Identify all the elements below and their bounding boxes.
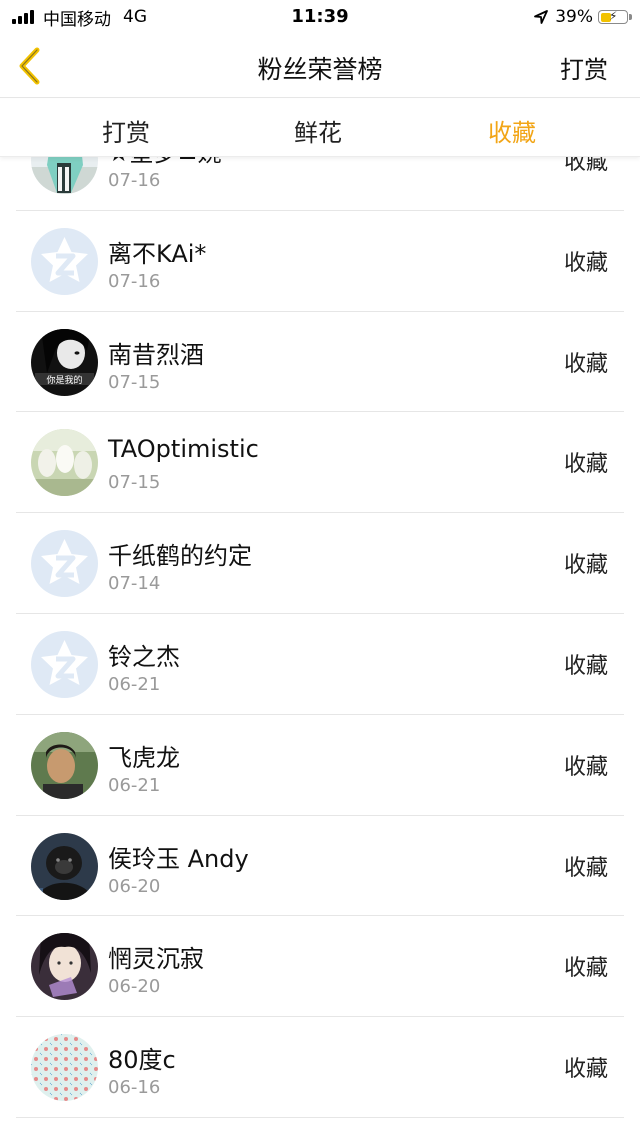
list-item[interactable]: 离不KAi* 07-16 收藏 (16, 211, 624, 312)
list-item[interactable]: 飞虎龙 06-21 收藏 (16, 715, 624, 816)
list-item[interactable]: 惘灵沉寂 06-20 收藏 (16, 916, 624, 1018)
tab-bar: 打赏 鲜花 收藏 (0, 99, 640, 157)
tab-reward[interactable]: 打赏 (102, 113, 150, 148)
status-right: 39% ⚡ (533, 6, 632, 28)
user-name: 侯玲玉 Andy (108, 844, 249, 873)
page-title: 粉丝荣誉榜 (257, 55, 383, 84)
user-name: 离不KAi* (108, 239, 207, 268)
list-item[interactable]: ★星梦≌婉 07-16 收藏 (16, 157, 624, 211)
nav-bar: 粉丝荣誉榜 打赏 (0, 34, 640, 98)
avatar[interactable] (31, 630, 98, 698)
avatar[interactable]: 你是我的 (31, 328, 98, 396)
avatar[interactable] (31, 530, 98, 598)
item-type-label: 收藏 (563, 855, 608, 881)
list-item[interactable]: 千纸鹤的约定 07-14 收藏 (16, 513, 624, 614)
list-item[interactable]: 侯玲玉 Andy 06-20 收藏 (16, 816, 624, 917)
item-type-label: 收藏 (563, 956, 608, 982)
avatar[interactable] (31, 157, 98, 194)
item-type-label: 收藏 (563, 1057, 608, 1083)
item-date: 06-21 (108, 673, 161, 695)
tab-favorites[interactable]: 收藏 (488, 113, 536, 148)
battery-icon: ⚡ (598, 9, 632, 24)
avatar[interactable] (31, 731, 98, 799)
item-date: 06-20 (108, 976, 161, 998)
reward-button[interactable]: 打赏 (560, 50, 608, 85)
avatar[interactable] (31, 1034, 98, 1102)
user-name: 铃之杰 (108, 642, 180, 671)
list-item[interactable]: TAOptimistic 07-15 收藏 (16, 412, 624, 514)
avatar[interactable] (31, 227, 98, 295)
status-bar: 中国移动 4G 11:39 39% ⚡ (0, 0, 640, 34)
item-type-label: 收藏 (563, 553, 608, 579)
item-date: 07-14 (108, 573, 161, 595)
list-item[interactable]: 80度c 06-16 收藏 (16, 1017, 624, 1118)
item-date: 06-21 (108, 774, 161, 796)
list-item[interactable]: 你是我的 南昔烈酒 07-15 收藏 (16, 312, 624, 413)
avatar[interactable] (31, 832, 98, 900)
item-type-label: 收藏 (563, 754, 608, 780)
svg-text:你是我的: 你是我的 (46, 374, 82, 386)
item-type-label: 收藏 (563, 157, 608, 175)
item-date: 07-16 (108, 270, 161, 292)
list-item[interactable]: 铃之杰 06-21 收藏 (16, 614, 624, 715)
avatar[interactable] (31, 429, 98, 497)
fan-list-content: ★星梦≌婉07-16收藏离不KAi*07-16收藏你是我的南昔烈酒07-15收藏… (0, 157, 640, 1118)
battery-percent: 39% (555, 7, 593, 27)
item-date: 07-15 (108, 472, 161, 494)
user-name: 80度c (108, 1046, 176, 1075)
tab-flowers[interactable]: 鲜花 (294, 113, 342, 148)
avatar[interactable] (31, 933, 98, 1001)
user-name: ★星梦≌婉 (108, 157, 222, 168)
item-date: 06-16 (108, 1077, 161, 1099)
user-name: 飞虎龙 (108, 743, 180, 772)
item-date: 06-20 (108, 875, 161, 897)
user-name: TAOptimistic (108, 435, 259, 464)
fan-list[interactable]: ★星梦≌婉07-16收藏离不KAi*07-16收藏你是我的南昔烈酒07-15收藏… (0, 157, 640, 1138)
user-name: 千纸鹤的约定 (108, 542, 252, 571)
location-arrow-icon (534, 10, 549, 24)
item-type-label: 收藏 (563, 452, 608, 478)
item-type-label: 收藏 (563, 351, 608, 377)
item-date: 07-15 (108, 371, 161, 393)
item-type-label: 收藏 (563, 653, 608, 679)
user-name: 南昔烈酒 (108, 340, 204, 369)
item-type-label: 收藏 (563, 250, 608, 276)
item-date: 07-16 (108, 170, 161, 191)
user-name: 惘灵沉寂 (108, 945, 204, 974)
